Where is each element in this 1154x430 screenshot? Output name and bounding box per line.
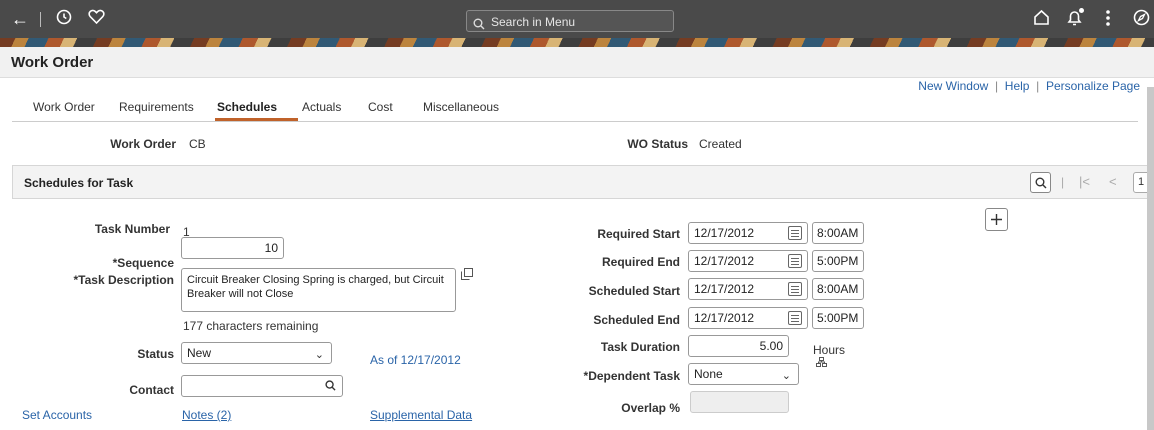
as-of-date-link[interactable]: As of 12/17/2012 [370,353,461,367]
wo-status-value: Created [699,137,742,151]
help-link[interactable]: Help [1005,79,1030,93]
tab-miscellaneous[interactable]: Miscellaneous [423,100,499,114]
sequence-label: *Sequence [112,256,174,270]
tab-actuals[interactable]: Actuals [302,100,341,114]
back-arrow-icon[interactable]: ← [11,9,29,29]
search-placeholder: Search in Menu [491,15,576,29]
scheduled-start-time-input[interactable]: 8:00AM [812,278,864,300]
scheduled-end-time-input[interactable]: 5:00PM [812,307,864,329]
actions-kebab-icon[interactable] [1105,9,1111,31]
add-row-button[interactable] [985,208,1008,231]
required-start-time-input[interactable]: 8:00AM [812,222,864,244]
search-menu-input[interactable]: Search in Menu [466,10,674,32]
task-description-textarea[interactable]: Circuit Breaker Closing Spring is charge… [181,268,456,312]
schedules-panel-header: Schedules for Task | |< < 1 [12,165,1151,199]
search-icon [1035,177,1047,189]
new-window-link[interactable]: New Window [918,79,988,93]
tab-work-order[interactable]: Work Order [33,100,95,114]
scheduled-end-label: Scheduled End [593,313,680,327]
plus-icon [991,214,1002,225]
tab-bar: Work Order Requirements Schedules Actual… [12,93,1138,122]
task-number-label: Task Number [94,222,170,236]
top-banner: ← Search in Menu [0,0,1154,47]
page-header: Work Order [0,47,1154,78]
dependent-task-selected-value: None [694,367,723,381]
find-button[interactable] [1030,172,1051,193]
sequence-input[interactable]: 10 [181,237,284,259]
chevron-down-icon: ⌄ [314,349,324,361]
chevron-down-icon: ⌄ [781,370,791,382]
task-duration-input[interactable]: 5.00 [688,335,789,357]
calendar-icon[interactable] [788,254,802,268]
wo-status-label: WO Status [627,137,688,151]
expand-text-icon[interactable] [461,268,473,280]
task-duration-label: Task Duration [600,340,680,354]
lookup-search-icon[interactable] [325,380,336,391]
contact-input[interactable] [181,375,343,397]
scheduled-end-date-input[interactable]: 12/17/2012 [688,307,808,329]
tab-requirements[interactable]: Requirements [119,100,194,114]
status-label: Status [137,347,174,361]
tab-cost[interactable]: Cost [368,100,393,114]
dependent-task-select[interactable]: None ⌄ [688,363,799,385]
characters-remaining: 177 characters remaining [183,319,319,333]
previous-page-icon[interactable]: < [1109,174,1117,189]
supplemental-data-link[interactable]: Supplemental Data [370,408,472,422]
task-description-label: *Task Description [73,273,174,287]
panel-title: Schedules for Task [24,176,134,190]
scheduled-start-date-input[interactable]: 12/17/2012 [688,278,808,300]
overlap-percent-input[interactable] [690,391,789,413]
status-select[interactable]: New ⌄ [181,342,332,364]
required-end-date-input[interactable]: 12/17/2012 [688,250,808,272]
set-accounts-link[interactable]: Set Accounts [22,408,92,422]
navbar-compass-icon[interactable] [1133,9,1150,30]
status-selected-value: New [187,346,212,360]
banner-decoration [0,38,1154,47]
page-title: Work Order [11,54,94,71]
dependent-task-label: *Dependent Task [583,369,680,383]
divider [40,12,41,27]
overlap-label: Overlap % [621,401,680,415]
tab-schedules[interactable]: Schedules [217,100,277,114]
required-start-label: Required Start [597,227,680,241]
required-end-time-input[interactable]: 5:00PM [812,250,864,272]
required-start-date-input[interactable]: 12/17/2012 [688,222,808,244]
favorites-heart-icon[interactable] [88,9,105,29]
divider: | [1061,175,1065,189]
work-order-label: Work Order [110,137,176,151]
notification-dot [1079,8,1084,13]
scheduled-start-label: Scheduled Start [588,284,680,298]
hours-label: Hours [813,343,846,357]
history-clock-icon[interactable] [56,9,72,29]
calendar-icon[interactable] [788,311,802,325]
required-end-label: Required End [601,255,680,269]
work-order-value: CB [189,137,206,151]
contact-label: Contact [129,383,174,397]
vertical-scrollbar[interactable] [1147,87,1154,430]
first-page-icon[interactable]: |< [1079,174,1090,189]
active-tab-indicator [215,118,298,121]
hierarchy-icon[interactable] [816,357,827,367]
calendar-icon[interactable] [788,226,802,240]
notes-link[interactable]: Notes (2) [182,408,231,422]
search-icon [473,15,485,37]
personalize-page-link[interactable]: Personalize Page [1046,79,1140,93]
calendar-icon[interactable] [788,282,802,296]
page-links: New Window | Help | Personalize Page [918,79,1140,93]
home-icon[interactable] [1033,9,1050,30]
